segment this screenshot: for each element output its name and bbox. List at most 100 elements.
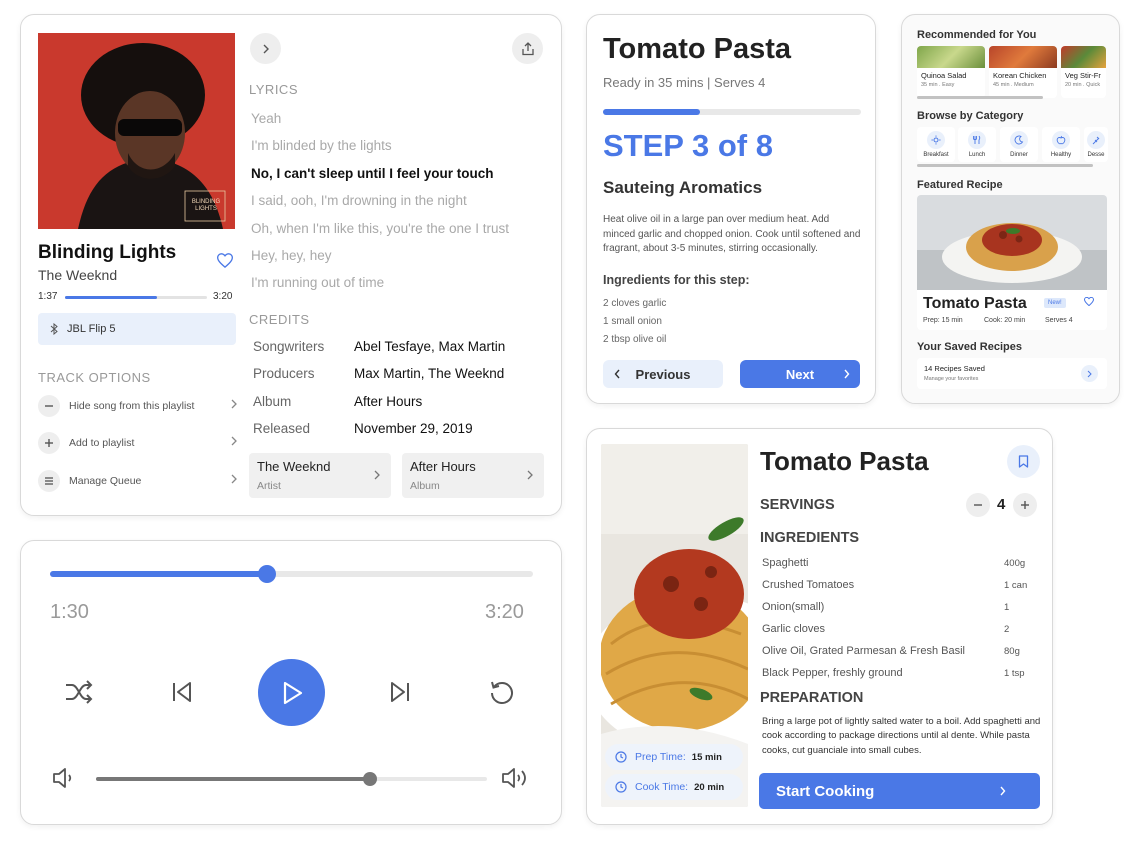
lyric-line[interactable]: Oh, when I'm like this, you're the one I… [251,221,509,236]
start-cooking-button[interactable]: Start Cooking [759,773,1040,809]
expand-button[interactable] [250,33,281,64]
cook-time-label: Cook Time: [635,781,689,793]
album-link-card[interactable]: After Hours Album [402,453,544,498]
step-ingredient: 1 small onion [603,316,662,327]
playback-scrubber-thumb[interactable] [258,565,277,583]
lyric-line-active[interactable]: No, I can't sleep until I feel your touc… [251,166,494,181]
category-healthy[interactable]: Healthy [1042,127,1080,162]
song-artist: The Weeknd [38,267,118,283]
recommended-item-name: Quinoa Salad [921,71,967,80]
sun-icon [927,131,945,149]
track-option-add[interactable]: Add to playlist [38,431,238,455]
chevron-right-icon [262,43,270,55]
skip-previous-icon[interactable] [171,680,193,704]
clock-icon [615,781,627,793]
featured-recipe-name: Tomato Pasta [923,295,1027,312]
step-progress-bar [603,109,861,115]
ingredient-qty: 1 tsp [1004,668,1025,679]
lyric-line[interactable]: Hey, hey, hey [251,248,332,263]
track-option-queue[interactable]: Manage Queue [38,469,238,493]
ingredient-qty: 1 can [1004,580,1028,591]
share-button[interactable] [512,33,543,64]
recipe-title: Tomato Pasta [760,446,929,476]
heart-icon[interactable] [1084,297,1094,306]
track-option-hide[interactable]: Hide song from this playlist [38,394,238,418]
saved-recipes-row[interactable]: 14 Recipes Saved Manage your favorites [917,358,1107,389]
category-dinner[interactable]: Dinner [1000,127,1038,162]
credit-key: Album [253,394,292,409]
recommended-item[interactable]: Veg Stir-Fr 20 min . Quick [1061,46,1106,98]
bookmark-button[interactable] [1007,445,1040,478]
shuffle-icon[interactable] [64,679,94,705]
credit-key: Released [253,421,311,436]
step-progress-fill [603,109,700,115]
mini-progress-bar[interactable] [65,296,207,299]
credit-value: Max Martin, The Weeknd [354,366,505,381]
artist-link-subtitle: Artist [257,480,281,492]
recommended-item[interactable]: Korean Chicken 45 min . Medium [989,46,1057,98]
output-device[interactable]: JBL Flip 5 [38,313,236,345]
skip-next-icon[interactable] [389,680,411,704]
credit-value: November 29, 2019 [354,421,473,436]
chevron-right-icon [1087,370,1092,378]
saved-open-button[interactable] [1081,365,1098,382]
recommended-item[interactable]: Quinoa Salad 35 min . Easy [917,46,985,98]
lyric-line[interactable]: I'm running out of time [251,275,384,290]
credit-key: Songwriters [253,339,325,354]
ingredient-name: Spaghetti [762,557,809,569]
share-icon [521,41,535,56]
album-art: BLINDING LIGHTS [38,33,235,229]
category-dessert[interactable]: Desse [1084,127,1108,162]
bluetooth-icon [50,323,58,335]
saved-count: 14 Recipes Saved [924,364,985,373]
heart-icon[interactable] [217,253,233,268]
servings-increase-button[interactable] [1013,493,1037,517]
cook-time-value: 20 min [694,781,725,793]
category-label: Breakfast [923,152,949,158]
utensils-icon [968,131,986,149]
credit-value: Abel Tesfaye, Max Martin [354,339,506,354]
category-heading: Browse by Category [917,110,1024,122]
volume-slider[interactable] [96,772,487,786]
artist-link-card[interactable]: The Weeknd Artist [249,453,391,498]
playback-progress-fill [50,571,268,577]
volume-high-icon[interactable] [501,767,531,789]
lyric-line[interactable]: I said, ooh, I'm drowning in the night [251,193,467,208]
play-button[interactable] [258,659,325,726]
track-option-label: Add to playlist [69,437,135,449]
recipe-title: Tomato Pasta [603,33,792,65]
featured-recipe-card[interactable]: Tomato Pasta New! Prep: 15 min Cook: 20 … [917,195,1107,330]
preparation-heading: PREPARATION [760,690,864,706]
playback-progress-bar[interactable] [50,565,533,583]
ingredients-heading: INGREDIENTS [760,530,860,546]
cook-time-pill: Cook Time: 20 min [605,774,743,800]
volume-low-icon[interactable] [52,767,76,789]
track-option-label: Hide song from this playlist [69,400,195,412]
previous-step-button[interactable]: Previous [603,360,723,388]
ingredient-name: Garlic cloves [762,623,825,635]
minus-icon [38,395,60,417]
servings-decrease-button[interactable] [966,493,990,517]
start-cooking-label: Start Cooking [776,782,875,800]
featured-recipe-image [917,195,1107,290]
preparation-text: Bring a large pot of lightly salted wate… [762,716,1041,756]
plus-icon [38,432,60,454]
recommended-heading: Recommended for You [917,29,1037,41]
recommended-scrollbar[interactable] [917,96,1043,99]
category-scrollbar[interactable] [917,164,1093,167]
new-badge: New! [1044,298,1066,308]
volume-thumb[interactable] [362,772,377,786]
lyric-line[interactable]: Yeah [251,111,281,126]
apple-icon [1052,131,1070,149]
song-title: Blinding Lights [38,242,177,263]
chevron-right-icon [999,786,1006,796]
playback-time-current: 1:30 [50,601,89,623]
next-step-button[interactable]: Next [740,360,860,388]
category-breakfast[interactable]: Breakfast [917,127,955,162]
chevron-right-icon [230,473,238,485]
step-counter: STEP 3 of 8 [603,128,773,163]
lyric-line[interactable]: I'm blinded by the lights [251,138,392,153]
category-lunch[interactable]: Lunch [958,127,996,162]
repeat-icon[interactable] [489,679,515,705]
recipe-subtitle: Ready in 35 mins | Serves 4 [603,75,766,90]
